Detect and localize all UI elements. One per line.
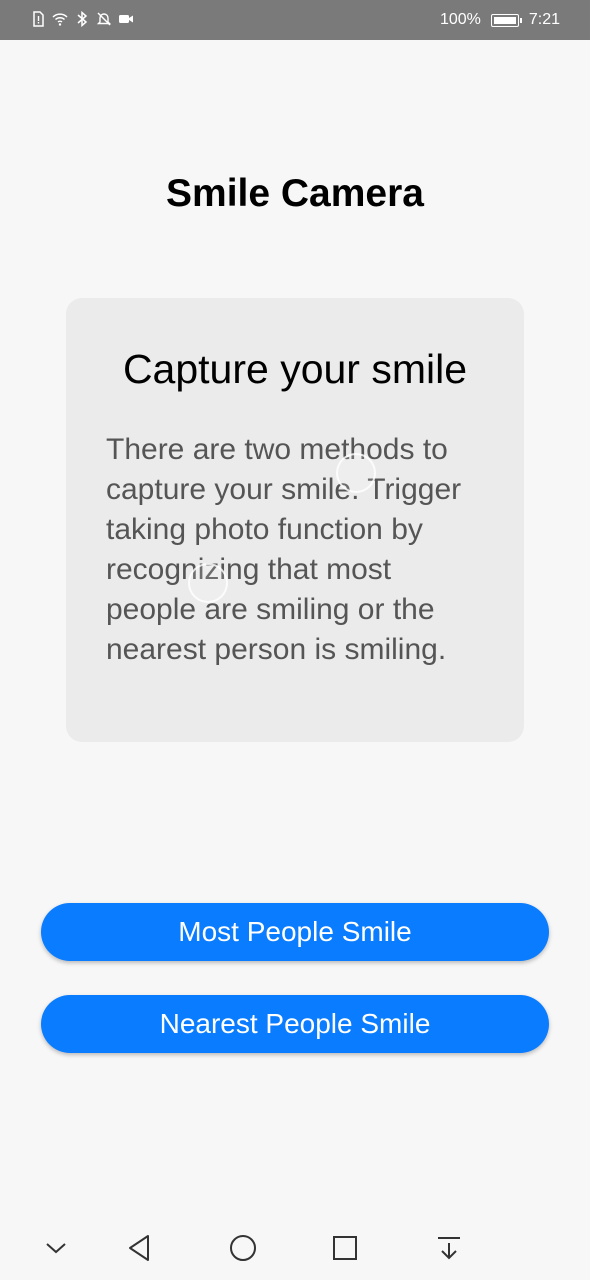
status-time: 7:21 (528, 11, 560, 28)
sim-alert-icon (33, 11, 44, 27)
touch-indicator (336, 453, 376, 493)
bluetooth-icon (77, 11, 88, 27)
wifi-icon (52, 13, 68, 26)
battery-percent: 100% (439, 11, 481, 28)
screen: 100% 7:21 Smile Camera Capture your smil… (0, 0, 590, 1280)
back-icon[interactable] (122, 1230, 158, 1266)
home-icon[interactable] (225, 1230, 261, 1266)
card-description: There are two methods to capture your sm… (106, 433, 462, 666)
status-icons-left (30, 11, 134, 27)
status-bar: 100% 7:21 (0, 0, 590, 40)
notification-pull-icon[interactable] (431, 1230, 467, 1266)
collapse-icon[interactable] (38, 1230, 74, 1266)
status-icons-right: 100% 7:21 (440, 11, 560, 29)
info-card: Capture your smile There are two methods… (66, 298, 524, 742)
navigation-bar (0, 1212, 590, 1280)
recents-icon[interactable] (327, 1230, 363, 1266)
battery-icon (490, 13, 522, 27)
page-title: Smile Camera (166, 172, 424, 215)
notifications-off-icon (96, 12, 112, 26)
touch-indicator (188, 563, 228, 603)
video-icon (119, 15, 133, 23)
most-people-smile-button[interactable]: Most People Smile (41, 903, 549, 961)
nearest-people-smile-button[interactable]: Nearest People Smile (41, 995, 549, 1053)
card-title: Capture your smile (122, 346, 468, 392)
